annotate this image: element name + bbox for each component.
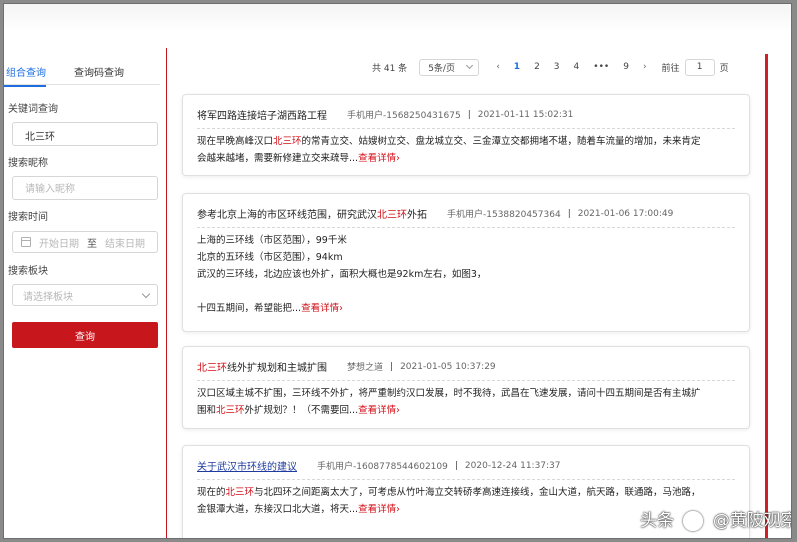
text-segment: 现在早晚高峰汉口 (197, 136, 274, 147)
more-pages-ellipsis[interactable]: ••• (593, 62, 609, 72)
watermark-right: @黄陂观察 (712, 511, 791, 531)
result-user: 手机用户-1608778544602109 (317, 462, 448, 472)
text-segment: 外拓 (407, 210, 427, 221)
tab-combined-search[interactable]: 组合查询 (4, 64, 46, 87)
view-details-link[interactable]: 查看详情› (358, 504, 400, 515)
text-segment: 上海的三环线（市区范围），99千米 (197, 235, 347, 246)
result-line: 现在的北三环与北四环之间距离太大了，可考虑从竹叶海立交转硚孝高速连接线，金山大道… (197, 484, 735, 501)
next-page-button[interactable]: › (643, 62, 647, 72)
text-segment: 武汉的三环线，北边应该也外扩，面积大概也是92km左右，如图3， (197, 269, 487, 280)
keyword-highlight: 北三环 (377, 210, 407, 221)
text-segment: 线外扩规划和主城扩围 (227, 363, 327, 374)
result-time: 2021-01-06 17:00:49 (577, 208, 674, 219)
view-details-link[interactable]: 查看详情› (301, 303, 343, 314)
result-user: 梦想之道 (347, 363, 384, 373)
text-segment: 十四五期间，希望能把... (197, 303, 302, 314)
nickname-field (12, 176, 158, 201)
page-number[interactable]: 9 (623, 62, 629, 72)
tab-code-search[interactable]: 查询码查询 (74, 64, 124, 79)
date-separator: 至 (87, 238, 97, 250)
text-segment: 与北四环之间距离太大了，可考虑从竹叶海立交转硚孝高速连接线，金山大道，航天路，联… (254, 487, 701, 498)
result-title[interactable]: 北三环线外扩规划和主城扩围 (197, 359, 327, 374)
result-line: 上海的三环线（市区范围），99千米 (197, 232, 735, 249)
keyword-input[interactable] (23, 124, 157, 146)
top-bar (4, 4, 791, 32)
watermark-left: 头条 (640, 511, 674, 531)
total-count: 共 41 条 (372, 63, 408, 74)
result-body: 上海的三环线（市区范围），99千米 北京的五环线（市区范围），94km 武汉的三环线… (197, 227, 735, 317)
result-line: 十四五期间，希望能把...查看详情› (197, 300, 735, 317)
date-range-picker[interactable]: 开始日期 至 结束日期 (12, 231, 158, 253)
text-segment: 北京的五环线（市区范围），94km (197, 252, 343, 263)
page-size-select[interactable]: 5条/页 (419, 58, 480, 76)
divider-line (166, 48, 167, 538)
keyword-highlight: 北三环 (225, 487, 255, 498)
calendar-icon (21, 237, 31, 247)
text-segment: 现在的 (197, 487, 226, 498)
watermark: 头条 @黄陂观察 (640, 506, 791, 531)
board-label: 搜索板块 (8, 266, 48, 277)
nickname-label: 搜索昵称 (8, 158, 48, 169)
page-number[interactable]: 2 (534, 62, 540, 72)
text-segment: 围和 (197, 405, 217, 416)
result-title[interactable]: 将军四路连接培子湖西路工程 (197, 107, 327, 122)
result-user: 手机用户-1568250431675 (347, 111, 461, 121)
result-line (197, 283, 735, 300)
result-card[interactable]: 参考北京上海的市区环线范围，研究武汉北三环外拓 手机用户-15388204573… (182, 193, 750, 332)
text-segment: 会越来越堵，需要新修建立交来疏导... (197, 153, 359, 164)
keyword-field (12, 122, 158, 146)
result-title[interactable]: 关于武汉市环线的建议 (197, 458, 297, 473)
result-time: 2021-01-11 15:02:31 (477, 109, 574, 120)
result-line: 现在早晚高峰汉口北三环的常青立交、姑嫂树立交、盘龙城立交、三金潭立交都拥堵不堪，… (197, 133, 735, 150)
pagination: 共 41 条 5条/页 ‹ 1 2 3 4 ••• 9 › 前往 1 页 (372, 57, 729, 77)
nickname-input[interactable] (23, 178, 157, 201)
result-line: 围和北三环外扩规划？！（不需要回...查看详情› (197, 402, 735, 419)
view-details-link[interactable]: 查看详情› (358, 405, 400, 416)
result-title[interactable]: 参考北京上海的市区环线范围，研究武汉北三环外拓 (197, 206, 427, 221)
result-body: 现在早晚高峰汉口北三环的常青立交、姑嫂树立交、盘龙城立交、三金潭立交都拥堵不堪，… (197, 128, 735, 167)
chevron-down-icon (466, 61, 474, 70)
board-select-placeholder: 请选择板块 (23, 291, 73, 303)
view-details-link[interactable]: 查看详情› (358, 153, 400, 164)
goto-page-input[interactable]: 1 (684, 58, 715, 76)
result-time: 2021-01-05 10:37:29 (400, 361, 496, 372)
page-number[interactable]: 1 (514, 62, 520, 72)
search-panel: 组合查询 查询码查询 关键词查询 搜索昵称 搜索时间 开始日期 至 结束日期 搜… (4, 50, 164, 538)
watermark-logo-icon (683, 511, 704, 531)
result-body: 汉口区域主城不扩围，三环线不外扩，将严重制约汉口发展，时不我待，武昌在飞速发展，… (197, 380, 735, 419)
result-time: 2020-12-24 11:37:37 (464, 460, 561, 471)
search-tabs: 组合查询 查询码查询 (4, 62, 160, 87)
page-unit: 页 (719, 63, 729, 74)
text-segment: 的常青立交、姑嫂树立交、盘龙城立交、三金潭立交都拥堵不堪，随着车流量的增加，未来… (301, 136, 701, 147)
text-segment: 参考北京上海的市区环线范围，研究武汉 (197, 210, 377, 221)
board-select[interactable]: 请选择板块 (12, 284, 158, 306)
result-line: 武汉的三环线，北边应该也外扩，面积大概也是92km左右，如图3， (197, 266, 735, 283)
result-line: 会越来越堵，需要新修建立交来疏导...查看详情› (197, 150, 735, 167)
keyword-highlight: 北三环 (273, 136, 302, 147)
prev-page-button[interactable]: ‹ (496, 62, 500, 72)
text-segment: 外扩规划？！（不需要回... (244, 405, 359, 416)
date-start[interactable]: 开始日期 (39, 235, 79, 250)
result-card[interactable]: 北三环线外扩规划和主城扩围 梦想之道 | 2021-01-05 10:37:29… (182, 346, 750, 429)
text-segment: 金银潭大道，东接汉口北大道，将天... (197, 504, 359, 515)
chevron-down-icon (141, 289, 151, 298)
result-line: 汉口区域主城不扩围，三环线不外扩，将严重制约汉口发展，时不我待，武昌在飞速发展，… (197, 385, 735, 402)
result-card[interactable]: 将军四路连接培子湖西路工程 手机用户-1568250431675 | 2021-… (182, 94, 750, 176)
result-line: 北京的五环线（市区范围），94km (197, 249, 735, 266)
date-end[interactable]: 结束日期 (105, 235, 145, 250)
search-button[interactable]: 查询 (12, 322, 158, 348)
result-user: 手机用户-1538820457364 (447, 210, 561, 220)
page-size-value: 5条/页 (428, 63, 455, 74)
time-label: 搜索时间 (8, 212, 48, 223)
keyword-highlight: 北三环 (216, 405, 245, 416)
app-frame: 组合查询 查询码查询 关键词查询 搜索昵称 搜索时间 开始日期 至 结束日期 搜… (4, 4, 791, 538)
page-number[interactable]: 4 (574, 62, 580, 72)
text-segment: 汉口区域主城不扩围，三环线不外扩，将严重制约汉口发展，时不我待，武昌在飞速发展，… (197, 388, 701, 399)
page-number[interactable]: 3 (554, 62, 560, 72)
goto-label: 前往 (661, 63, 680, 74)
keyword-highlight: 北三环 (197, 363, 227, 374)
scrollbar[interactable] (765, 54, 768, 538)
keyword-label: 关键词查询 (8, 104, 58, 115)
